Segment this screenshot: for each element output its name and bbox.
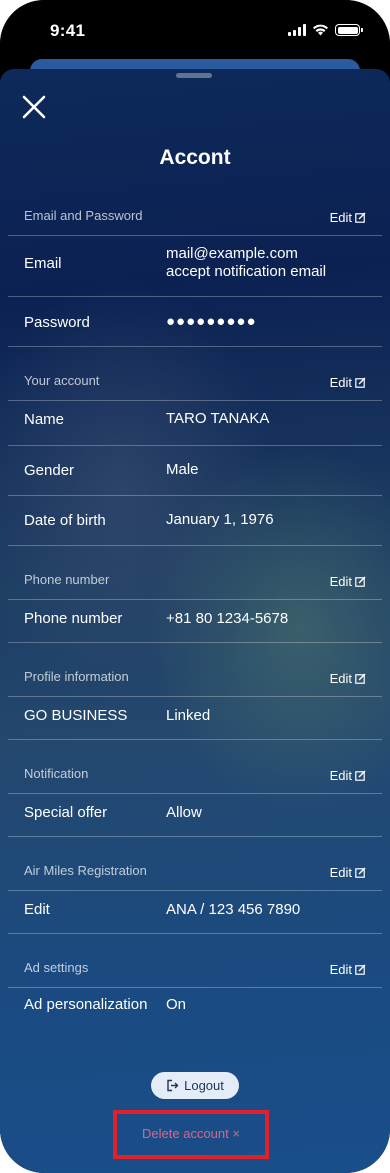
edit-icon <box>355 867 366 878</box>
cellular-signal-icon <box>288 24 306 36</box>
edit-label: Edit <box>329 962 352 977</box>
section-email-password: Email and Password Edit <box>8 208 382 236</box>
row-label: Date of birth <box>24 512 106 529</box>
status-time: 9:41 <box>50 21 86 40</box>
section-air-miles: Air Miles Registration Edit <box>8 863 382 891</box>
edit-icon <box>355 673 366 684</box>
phone-screen: 9:41 Accont Email and Password Edit Emai… <box>0 0 390 1173</box>
section-label: Your account <box>24 373 100 388</box>
edit-account-button[interactable]: Edit <box>330 375 366 390</box>
edit-label: Edit <box>329 768 352 783</box>
edit-icon <box>355 964 366 975</box>
email-value: mail@example.com <box>166 245 298 262</box>
email-note: accept notification email <box>166 263 327 280</box>
edit-email-password-button[interactable]: Edit <box>330 210 366 225</box>
section-label: Notification <box>24 766 89 781</box>
edit-icon <box>355 377 366 388</box>
row-name[interactable]: Name TARO TANAKA <box>8 401 382 446</box>
row-value-email: mail@example.com accept notification ema… <box>166 245 326 281</box>
status-bar: 9:41 <box>0 0 390 60</box>
wifi-icon <box>313 24 328 36</box>
close-icon[interactable] <box>20 93 48 121</box>
row-air-miles[interactable]: Edit ANA / 123 456 7890 <box>8 891 382 934</box>
edit-icon <box>355 576 366 587</box>
name-value: TARO TANAKA <box>166 410 270 427</box>
delete-account-highlight: Delete account × <box>113 1110 269 1159</box>
edit-air-miles-button[interactable]: Edit <box>330 865 366 880</box>
section-profile-information: Profile information Edit <box>8 669 382 697</box>
section-label: Ad settings <box>24 960 89 975</box>
section-ad-settings: Ad settings Edit <box>8 960 382 988</box>
battery-icon <box>335 24 363 36</box>
offer-value: Allow <box>166 804 202 821</box>
account-sheet: Accont Email and Password Edit Email mai… <box>0 69 390 1173</box>
row-label: Email <box>24 255 62 272</box>
section-label: Air Miles Registration <box>24 863 147 878</box>
edit-profile-button[interactable]: Edit <box>330 671 366 686</box>
logout-button[interactable]: Logout <box>151 1072 239 1099</box>
row-gender[interactable]: Gender Male <box>8 446 382 496</box>
page-title: Accont <box>159 146 231 169</box>
edit-notification-button[interactable]: Edit <box>330 768 366 783</box>
row-label: Ad personalization <box>24 996 148 1013</box>
section-phone-number: Phone number Edit <box>8 572 382 600</box>
edit-label: Edit <box>329 671 352 686</box>
row-label: Gender <box>24 462 75 479</box>
row-label: Password <box>24 314 90 331</box>
row-date-of-birth[interactable]: Date of birth January 1, 1976 <box>8 496 382 546</box>
section-label: Profile information <box>24 669 129 684</box>
section-notification: Notification Edit <box>8 766 382 794</box>
edit-label: Edit <box>329 574 352 589</box>
ad-value: On <box>166 996 187 1013</box>
miles-value: ANA / 123 456 7890 <box>166 901 301 918</box>
row-label: GO BUSINESS <box>24 707 128 724</box>
sheet-grabber[interactable] <box>176 73 212 78</box>
row-special-offer[interactable]: Special offer Allow <box>8 794 382 837</box>
row-password[interactable]: Password ●●●●●●●●● <box>8 297 382 347</box>
row-label: Edit <box>24 901 50 918</box>
row-label: Phone number <box>24 610 123 627</box>
edit-icon <box>355 770 366 781</box>
business-value: Linked <box>166 707 211 724</box>
row-label: Name <box>24 411 65 428</box>
edit-ad-settings-button[interactable]: Edit <box>330 962 366 977</box>
logout-icon <box>167 1079 179 1092</box>
status-icons <box>288 24 363 36</box>
edit-phone-button[interactable]: Edit <box>330 574 366 589</box>
dob-value: January 1, 1976 <box>166 511 274 528</box>
logout-label: Logout <box>184 1078 224 1093</box>
edit-label: Edit <box>329 865 352 880</box>
row-go-business[interactable]: GO BUSINESS Linked <box>8 697 382 740</box>
section-label: Phone number <box>24 572 110 587</box>
phone-value: +81 80 1234-5678 <box>166 610 289 627</box>
row-phone-number[interactable]: Phone number +81 80 1234-5678 <box>8 600 382 643</box>
section-your-account: Your account Edit <box>8 373 382 401</box>
delete-account-button[interactable]: Delete account × <box>117 1126 265 1141</box>
row-label: Special offer <box>24 804 108 821</box>
edit-icon <box>355 212 366 223</box>
edit-label: Edit <box>329 375 352 390</box>
edit-label: Edit <box>329 210 352 225</box>
row-email[interactable]: Email mail@example.com accept notificati… <box>8 236 382 297</box>
row-ad-personalization[interactable]: Ad personalization On <box>8 988 382 1031</box>
gender-value: Male <box>166 461 199 478</box>
section-label: Email and Password <box>24 208 143 223</box>
password-mask: ●●●●●●●●● <box>166 313 257 330</box>
